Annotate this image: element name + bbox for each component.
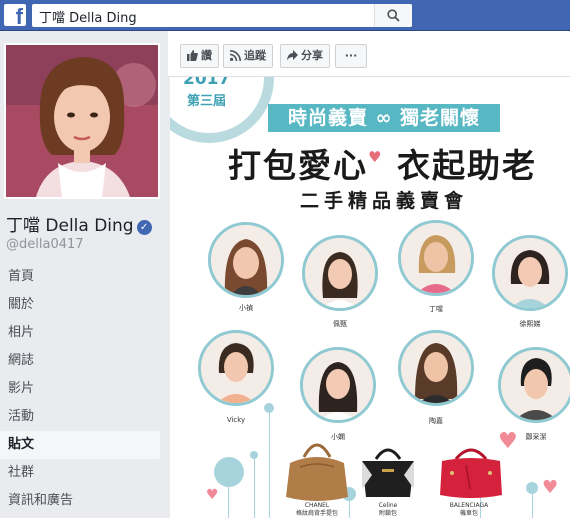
event-year: 2017 — [183, 77, 231, 89]
top-bar: f 丁噹 Della Ding — [0, 0, 570, 31]
celine-bag-image — [362, 448, 414, 497]
cover-subtitle: 二手精品義賣會 — [300, 190, 469, 212]
celebrity-name: 徐熙娣 — [519, 320, 541, 328]
celebrity-photo — [208, 222, 284, 298]
headline-part-b: 衣起助老 — [396, 146, 537, 185]
celebrity-photo — [300, 347, 376, 423]
nav-item-about[interactable]: 關於 — [0, 291, 160, 319]
bag-brand: BALENCIAGA — [449, 502, 489, 509]
celebrity-photo — [398, 330, 474, 406]
like-button[interactable]: 讚 — [180, 44, 219, 68]
nav-item-info-and-ads[interactable]: 資訊和廣告 — [0, 487, 160, 515]
share-arrow-icon — [287, 50, 298, 61]
share-button[interactable]: 分享 — [280, 44, 330, 68]
nav-item-notes[interactable]: 網誌 — [0, 347, 160, 375]
nav-item-community[interactable]: 社群 — [0, 459, 160, 487]
follow-label: 追蹤 — [244, 49, 266, 62]
profile-picture[interactable] — [4, 43, 160, 199]
bag-label: CHANEL 格紋肩背手提包 — [282, 502, 352, 518]
follow-button[interactable]: 追蹤 — [223, 44, 273, 68]
balloon-string — [269, 413, 270, 518]
balloon-decoration — [250, 451, 258, 459]
search-value: 丁噹 Della Ding — [39, 11, 137, 26]
celebrity-name: 佩甄 — [333, 320, 347, 328]
search-input[interactable]: 丁噹 Della Ding — [32, 4, 412, 27]
celebrity-photo — [492, 235, 568, 311]
balenciaga-bag-image — [440, 448, 502, 498]
balloon-decoration — [214, 457, 244, 487]
page-handle[interactable]: @della0417 — [6, 237, 84, 252]
balloon-string — [532, 494, 533, 518]
page-nav: 首頁 關於 相片 網誌 影片 活動 貼文 社群 資訊和廣告 — [0, 263, 160, 515]
bag-brand: CHANEL — [304, 502, 330, 509]
share-label: 分享 — [301, 49, 323, 62]
balloon-string — [254, 459, 255, 518]
year-badge: 2017 第三屆 — [170, 77, 274, 143]
headline-part-a: 打包愛心 — [228, 146, 368, 185]
heart-decoration-icon: ♥ — [542, 477, 559, 498]
nav-item-events[interactable]: 活動 — [0, 403, 160, 431]
left-column: 丁噹 Della Ding ✓ @della0417 首頁 關於 相片 網誌 影片… — [0, 31, 168, 518]
heart-decoration-icon: ♥ — [206, 487, 219, 503]
nav-item-home[interactable]: 首頁 — [0, 263, 160, 291]
nav-item-posts[interactable]: 貼文 — [0, 431, 160, 459]
search-button[interactable] — [374, 4, 412, 27]
balloon-string — [228, 487, 229, 518]
bag-description: 附鎖包 — [378, 510, 397, 517]
chanel-bag-image — [286, 443, 348, 501]
bag-description: 機車包 — [459, 510, 478, 517]
balloon-decoration — [526, 482, 538, 494]
search-icon — [387, 9, 400, 22]
celebrity-photo — [198, 330, 274, 406]
celebrity-name: 丁噹 — [429, 305, 443, 313]
balloon-decoration — [264, 403, 274, 413]
rss-follow-icon — [229, 50, 241, 62]
thumbs-up-icon — [187, 50, 198, 61]
celebrity-photo — [498, 347, 570, 423]
facebook-logo-icon[interactable]: f — [4, 4, 26, 28]
nav-item-photos[interactable]: 相片 — [0, 319, 160, 347]
like-label: 讚 — [201, 49, 212, 62]
page-name-text: 丁噹 Della Ding — [6, 216, 134, 236]
celebrity-name: 陶嘉 — [429, 417, 443, 425]
cover-headline: 打包愛心♥ 衣起助老 — [228, 139, 537, 187]
page-action-bar: 讚 追蹤 分享 ··· — [168, 31, 570, 77]
celebrity-photo — [302, 235, 378, 311]
verified-badge-icon: ✓ — [136, 220, 152, 235]
bag-label: Celine 附鎖包 — [353, 502, 423, 518]
celebrity-name: Vicky — [226, 416, 246, 424]
bag-description: 格紋肩背手提包 — [295, 510, 338, 517]
celebrity-photo — [398, 220, 474, 296]
nav-item-videos[interactable]: 影片 — [0, 375, 160, 403]
page-title: 丁噹 Della Ding ✓ — [6, 211, 152, 236]
cover-banner: 時尚義賣 ∞ 獨老關懷 — [268, 104, 500, 132]
bag-label: BALENCIAGA 機車包 — [434, 502, 504, 518]
celebrity-name: 小禎 — [239, 304, 253, 312]
cover-photo[interactable]: 2017 第三屆 時尚義賣 ∞ 獨老關懷 打包愛心♥ 衣起助老 二手精品義賣會 … — [170, 77, 570, 518]
more-options-button[interactable]: ··· — [335, 44, 367, 68]
event-edition: 第三屆 — [187, 94, 227, 109]
heart-icon: ♥ — [368, 148, 384, 166]
bag-brand: Celine — [378, 502, 398, 509]
